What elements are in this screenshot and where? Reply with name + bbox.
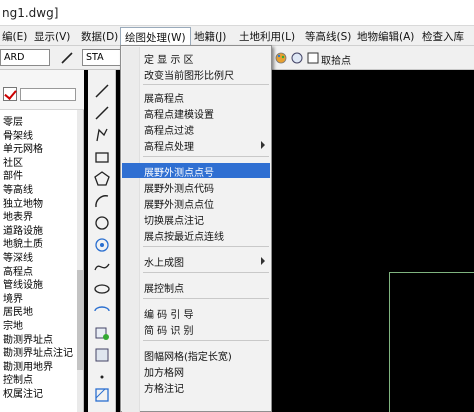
pick-point-label[interactable]: 取拾点 <box>321 52 351 67</box>
circle-icon[interactable] <box>93 214 111 232</box>
list-item[interactable]: 高程点 <box>0 266 78 280</box>
menu-feature-edit[interactable]: 地物编辑(A) <box>355 29 416 44</box>
menu-item-elevation-model-settings[interactable]: 高程点建模设置 <box>122 105 270 121</box>
text-style-combo[interactable]: STA <box>82 49 122 66</box>
circle-select-icon[interactable] <box>290 51 304 65</box>
list-item[interactable]: 单元网格 <box>0 143 78 157</box>
title-bar: ng1.dwg] <box>0 0 474 26</box>
layer-panel-toolbar <box>0 70 84 110</box>
window-title: ng1.dwg] <box>2 6 59 20</box>
list-item[interactable]: 等高线 <box>0 184 78 198</box>
layer-filter-field[interactable] <box>20 88 76 101</box>
menu-item-connect-nearest-points[interactable]: 展点按最近点连线 <box>122 227 270 243</box>
spline-icon[interactable] <box>93 258 111 276</box>
ellipse-icon[interactable] <box>93 280 111 298</box>
list-item[interactable]: 部件 <box>0 170 78 184</box>
list-item[interactable]: 勘测界址点注记 <box>0 347 78 361</box>
revcloud-icon[interactable] <box>93 236 111 254</box>
menu-check-import[interactable]: 检查入库 <box>420 29 466 44</box>
menu-item-show-control-points[interactable]: 展控制点 <box>122 279 270 295</box>
menu-cadastre[interactable]: 地籍(J) <box>192 29 228 44</box>
draw-toolbar <box>88 70 116 412</box>
layer-panel: 零层 骨架线 单元网格 社区 部件 等高线 独立地物 地表界 道路设施 地貌土质… <box>0 70 84 412</box>
list-item[interactable]: 道路设施 <box>0 225 78 239</box>
polygon-icon[interactable] <box>93 170 111 188</box>
list-item[interactable]: 宗地 <box>0 320 78 334</box>
list-item[interactable]: 境界 <box>0 293 78 307</box>
list-item[interactable]: 控制点 <box>0 374 78 388</box>
drawing-frame-line <box>389 272 474 412</box>
list-item[interactable]: 勘测界址点 <box>0 334 78 348</box>
menu-edit[interactable]: 编(E) <box>0 29 29 44</box>
arc-icon[interactable] <box>93 192 111 210</box>
menu-item-change-scale[interactable]: 改变当前图形比例尺 <box>122 66 270 82</box>
menu-data[interactable]: 数据(D) <box>79 29 120 44</box>
box-select-icon[interactable] <box>306 51 320 65</box>
menu-item-sheet-grid[interactable]: 图幅网格(指定长宽) <box>122 347 270 363</box>
menu-separator <box>143 340 269 341</box>
submenu-arrow-icon <box>261 257 265 265</box>
line-icon[interactable] <box>93 82 111 100</box>
menu-item-shortcode-recognition[interactable]: 简 码 识 别 <box>122 321 270 337</box>
menu-item-elevation-filter[interactable]: 高程点过滤 <box>122 121 270 137</box>
menu-item-show-point-numbers[interactable]: 展野外测点点号 <box>122 163 270 179</box>
menu-item-toggle-point-annotation[interactable]: 切换展点注记 <box>122 211 270 227</box>
point-icon[interactable] <box>93 368 111 386</box>
draw-processing-menu: 定 显 示 区 改变当前图形比例尺 展高程点 高程点建模设置 高程点过滤 高程点… <box>120 45 272 412</box>
list-item[interactable]: 社区 <box>0 157 78 171</box>
list-item[interactable]: 管线设施 <box>0 279 78 293</box>
insert-block-icon[interactable] <box>93 324 111 342</box>
menu-item-show-point-codes[interactable]: 展野外测点代码 <box>122 179 270 195</box>
menu-draw-processing[interactable]: 绘图处理(W) <box>120 27 191 45</box>
list-item[interactable]: 居民地 <box>0 306 78 320</box>
rectangle-icon[interactable] <box>93 148 111 166</box>
polyline-icon[interactable] <box>93 104 111 122</box>
list-item[interactable]: 等深线 <box>0 252 78 266</box>
list-item[interactable]: 勘测用地界 <box>0 361 78 375</box>
menu-item-code-guide[interactable]: 编 码 引 导 <box>122 305 270 321</box>
menu-item-set-display-area[interactable]: 定 显 示 区 <box>122 50 270 66</box>
menu-item-add-grid[interactable]: 加方格网 <box>122 363 270 379</box>
menu-item-elevation-processing[interactable]: 高程点处理 <box>122 137 270 153</box>
pline-icon[interactable] <box>93 126 111 144</box>
menu-item-grid-annotation[interactable]: 方格注记 <box>122 379 270 395</box>
layer-combo[interactable]: ARD <box>0 49 50 66</box>
hatch-icon[interactable] <box>93 386 111 404</box>
menu-separator <box>143 246 269 247</box>
scrollbar-thumb[interactable] <box>77 270 83 370</box>
menu-contour[interactable]: 等高线(S) <box>303 29 353 44</box>
list-item[interactable]: 骨架线 <box>0 130 78 144</box>
list-item[interactable]: 权属注记 <box>0 388 78 402</box>
menu-separator <box>143 84 269 85</box>
menu-bar: 编(E) 显示(V) 数据(D) 绘图处理(W) 地籍(J) 土地利用(L) 等… <box>0 26 474 46</box>
submenu-arrow-icon <box>261 141 265 149</box>
ellipse-arc-icon[interactable] <box>93 302 111 320</box>
menu-view[interactable]: 显示(V) <box>32 29 72 44</box>
menu-item-water-mapping[interactable]: 水上成图 <box>122 253 270 269</box>
menu-separator <box>143 298 269 299</box>
make-block-icon[interactable] <box>93 346 111 364</box>
list-item[interactable]: 零层 <box>0 116 78 130</box>
menu-separator <box>143 272 269 273</box>
menu-separator <box>143 156 269 157</box>
layer-visible-checkbox[interactable] <box>3 87 17 101</box>
list-item[interactable]: 地表界 <box>0 211 78 225</box>
layer-panel-scrollbar[interactable] <box>77 110 83 412</box>
line-tool-icon[interactable] <box>60 51 74 65</box>
list-item[interactable]: 独立地物 <box>0 198 78 212</box>
palette-icon[interactable] <box>274 51 288 65</box>
menu-land-use[interactable]: 土地利用(L) <box>237 29 297 44</box>
layer-list: 零层 骨架线 单元网格 社区 部件 等高线 独立地物 地表界 道路设施 地貌土质… <box>0 116 78 401</box>
list-item[interactable]: 地貌土质 <box>0 238 78 252</box>
menu-item-show-point-positions[interactable]: 展野外测点点位 <box>122 195 270 211</box>
menu-item-show-elevation-points[interactable]: 展高程点 <box>122 89 270 105</box>
